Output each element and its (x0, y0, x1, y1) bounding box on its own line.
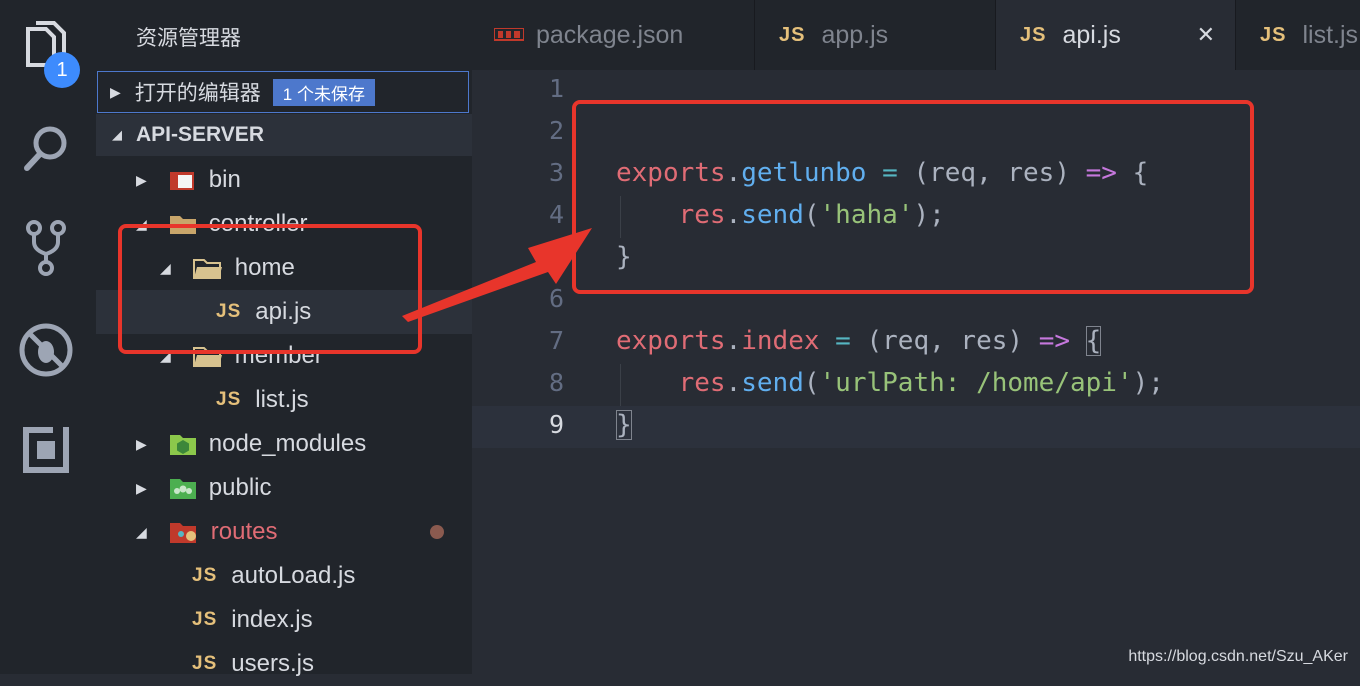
line-number: 3 (548, 158, 564, 187)
code-token: index (741, 326, 820, 356)
annotation-box-sidebar (118, 224, 422, 354)
code-token: . (725, 368, 742, 398)
tab-app-js[interactable]: JS app.js (755, 0, 996, 70)
code-token: , (929, 326, 961, 356)
code-token: ) (1007, 326, 1039, 356)
tree-item-label: autoLoad.js (231, 562, 356, 589)
js-file-icon: JS (192, 565, 218, 586)
extensions-icon[interactable] (18, 422, 74, 478)
close-icon[interactable]: ✕ (1197, 22, 1215, 48)
tree-item-autoload-js[interactable]: JS autoLoad.js (192, 554, 355, 598)
code-token: => (1038, 326, 1071, 356)
annotation-arrow-icon (402, 228, 592, 322)
chevron-right-icon: ▶ (110, 83, 121, 100)
node-folder-icon (169, 435, 196, 455)
tree-item-bin[interactable]: ▶ bin (136, 158, 241, 202)
watermark: https://blog.csdn.net/Szu_AKer (1128, 648, 1348, 665)
tree-item-index-js[interactable]: JS index.js (192, 598, 313, 642)
public-folder-icon (169, 479, 196, 499)
tree-item-label: public (208, 474, 272, 501)
project-name: API-SERVER (136, 123, 264, 146)
search-icon[interactable] (18, 120, 74, 176)
line-number: 1 (548, 74, 564, 103)
line-number: 7 (548, 326, 564, 355)
sidebar-title: 资源管理器 (136, 27, 241, 50)
js-file-icon: JS (1020, 23, 1047, 46)
code-token: res (960, 326, 1008, 356)
tree-item-node-modules[interactable]: ▶ node_modules (136, 422, 366, 466)
js-file-icon: JS (1260, 23, 1287, 46)
chevron-down-icon: ◢ (112, 127, 122, 142)
current-line-highlight (472, 406, 1360, 448)
tree-item-label: index.js (231, 606, 313, 633)
line-number: 2 (548, 116, 564, 145)
code-token: ( (866, 326, 883, 356)
code-token: { (1085, 326, 1102, 356)
code-token: exports (616, 326, 726, 356)
tree-item-routes[interactable]: ◢ routes (136, 510, 277, 554)
tab-package-json[interactable]: package.json (472, 0, 755, 70)
code-token: } (616, 410, 632, 440)
js-file-icon: JS (192, 609, 218, 630)
code-token: . (725, 326, 742, 356)
tab-label: api.js (1062, 20, 1121, 49)
js-file-icon: JS (216, 389, 242, 410)
code-token: send (741, 368, 804, 398)
code-line: res.send('urlPath: /home/api'); (616, 368, 1164, 398)
tree-item-public[interactable]: ▶ public (136, 466, 272, 510)
tree-item-users-js[interactable]: JS users.js (192, 642, 314, 686)
open-editors-label: 打开的编辑器 (134, 82, 261, 105)
tree-item-label: routes (210, 518, 278, 545)
tab-list-js[interactable]: JS list.js (1236, 0, 1360, 70)
project-header[interactable]: ◢ API-SERVER (96, 114, 472, 156)
debug-icon[interactable] (18, 322, 74, 378)
tab-label: app.js (821, 20, 889, 49)
code-token: res (678, 368, 726, 398)
npm-icon (494, 28, 524, 41)
unsaved-badge: 1 个未保存 (272, 78, 375, 106)
code-token: req (882, 326, 930, 356)
tree-item-label: bin (208, 166, 241, 193)
activity-bar: 1 (0, 0, 96, 674)
bin-folder-icon (169, 172, 194, 190)
line-number: 9 (548, 410, 564, 439)
code-line: exports.index = (req, res) => { (616, 326, 1102, 356)
chevron-right-icon: ▶ (136, 435, 147, 452)
annotation-box-code (572, 100, 1254, 294)
tab-bar: package.json JS app.js JS api.js ✕ JS li… (472, 0, 1360, 70)
explorer-badge: 1 (44, 52, 80, 88)
chevron-down-icon: ◢ (136, 523, 147, 540)
routes-folder-icon (169, 523, 196, 543)
code-line: } (616, 410, 632, 440)
chevron-right-icon: ▶ (136, 171, 147, 188)
tree-item-label: node_modules (208, 430, 367, 457)
tree-item-list-js[interactable]: JS list.js (216, 378, 309, 422)
js-file-icon: JS (779, 23, 806, 46)
code-token: = (819, 326, 867, 356)
chevron-right-icon: ▶ (136, 479, 147, 496)
tab-label: package.json (536, 20, 684, 49)
tab-label: list.js (1302, 20, 1359, 49)
modified-dot (430, 525, 444, 539)
line-number: 8 (548, 368, 564, 397)
tree-item-label: list.js (255, 386, 309, 413)
source-control-icon[interactable] (18, 220, 74, 276)
code-token: ( (803, 368, 820, 398)
tab-api-js[interactable]: JS api.js ✕ (996, 0, 1236, 70)
code-token: ); (1132, 368, 1164, 398)
open-editors-section[interactable]: ▶ 打开的编辑器 1 个未保存 (97, 71, 469, 113)
js-file-icon: JS (192, 653, 218, 674)
code-token: 'urlPath: /home/api' (819, 368, 1133, 398)
